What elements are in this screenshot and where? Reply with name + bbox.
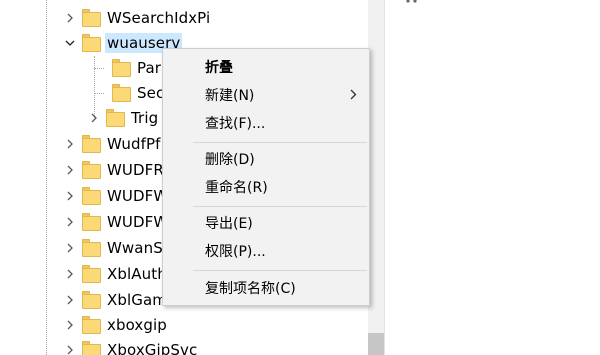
- tree-item-label: Trig: [131, 109, 159, 127]
- tree-item-label: XboxGipSvc: [107, 341, 198, 355]
- tree-item-label: WudfPf: [107, 135, 161, 153]
- menu-item-export[interactable]: 导出(E): [163, 209, 369, 237]
- chevron-right-icon[interactable]: [64, 262, 76, 286]
- chevron-right-icon[interactable]: [64, 210, 76, 234]
- tree-item[interactable]: Para: [94, 56, 170, 80]
- tree-item-label: XblGam: [107, 291, 167, 309]
- chevron-right-icon[interactable]: [88, 106, 100, 130]
- folder-icon: [82, 265, 101, 283]
- tree-item-label: WwanS: [107, 239, 163, 257]
- tree-item[interactable]: WudfPf: [64, 132, 161, 156]
- menu-item-delete[interactable]: 删除(D): [163, 145, 369, 173]
- tree-item[interactable]: WwanS: [64, 236, 163, 260]
- tree-item[interactable]: WUDFR: [64, 158, 164, 182]
- tree-item[interactable]: WSearchIdxPi: [64, 6, 210, 30]
- tree-item-label: WSearchIdxPi: [107, 9, 211, 27]
- folder-icon: [82, 291, 101, 309]
- menu-item-copy-key-name[interactable]: 复制项名称(C): [163, 274, 369, 302]
- folder-icon: [112, 84, 131, 102]
- submenu-arrow-icon: [350, 89, 357, 100]
- menu-item-permissions[interactable]: 权限(P)...: [163, 237, 369, 265]
- chevron-right-icon[interactable]: [64, 158, 76, 182]
- folder-icon: [82, 341, 101, 355]
- tree-item[interactable]: XblAuth: [64, 262, 167, 286]
- values-pane[interactable]: [385, 0, 600, 355]
- menu-separator: [193, 270, 367, 271]
- chevron-right-icon[interactable]: [64, 236, 76, 260]
- tree-item[interactable]: WUDFW: [64, 184, 168, 208]
- tree-item[interactable]: xboxgip: [64, 313, 167, 337]
- folder-icon: [82, 316, 101, 334]
- tree-item[interactable]: XboxGipSvc: [64, 338, 197, 355]
- tree-scrollbar[interactable]: [368, 0, 384, 355]
- chevron-down-icon[interactable]: [64, 31, 76, 55]
- menu-item-collapse[interactable]: 折叠: [163, 53, 369, 81]
- folder-icon: [106, 109, 125, 127]
- tree-item-label: XblAuth: [107, 265, 167, 283]
- tree-item-label: WUDFW: [107, 213, 169, 231]
- chevron-right-icon[interactable]: [64, 288, 76, 312]
- tree-item-label: xboxgip: [107, 316, 167, 334]
- tree-guide-line: [46, 0, 47, 355]
- truncated-glyph-icon: [406, 0, 417, 3]
- chevron-right-icon[interactable]: [64, 338, 76, 355]
- menu-item-find[interactable]: 查找(F)...: [163, 109, 369, 137]
- tree-item[interactable]: XblGam: [64, 288, 167, 312]
- tree-item-label: WUDFR: [107, 161, 164, 179]
- folder-icon: [82, 161, 101, 179]
- tree-item[interactable]: WUDFW: [64, 210, 168, 234]
- folder-icon: [82, 239, 101, 257]
- folder-icon: [82, 213, 101, 231]
- folder-icon: [82, 135, 101, 153]
- chevron-right-icon[interactable]: [64, 184, 76, 208]
- menu-separator: [193, 206, 367, 207]
- folder-icon: [82, 9, 101, 27]
- chevron-right-icon[interactable]: [64, 313, 76, 337]
- chevron-right-icon[interactable]: [64, 6, 76, 30]
- menu-item-rename[interactable]: 重命名(R): [163, 173, 369, 201]
- menu-separator: [193, 142, 367, 143]
- folder-icon: [112, 59, 131, 77]
- scrollbar-thumb[interactable]: [368, 333, 384, 355]
- chevron-right-icon[interactable]: [64, 132, 76, 156]
- folder-icon: [82, 187, 101, 205]
- tree-item-label: WUDFW: [107, 187, 169, 205]
- context-menu: 折叠 新建(N) 查找(F)... 删除(D) 重命名(R) 导出(E) 权限(…: [162, 48, 370, 306]
- menu-item-new[interactable]: 新建(N): [163, 81, 369, 109]
- tree-item[interactable]: Trig: [88, 106, 158, 130]
- folder-icon: [82, 34, 101, 52]
